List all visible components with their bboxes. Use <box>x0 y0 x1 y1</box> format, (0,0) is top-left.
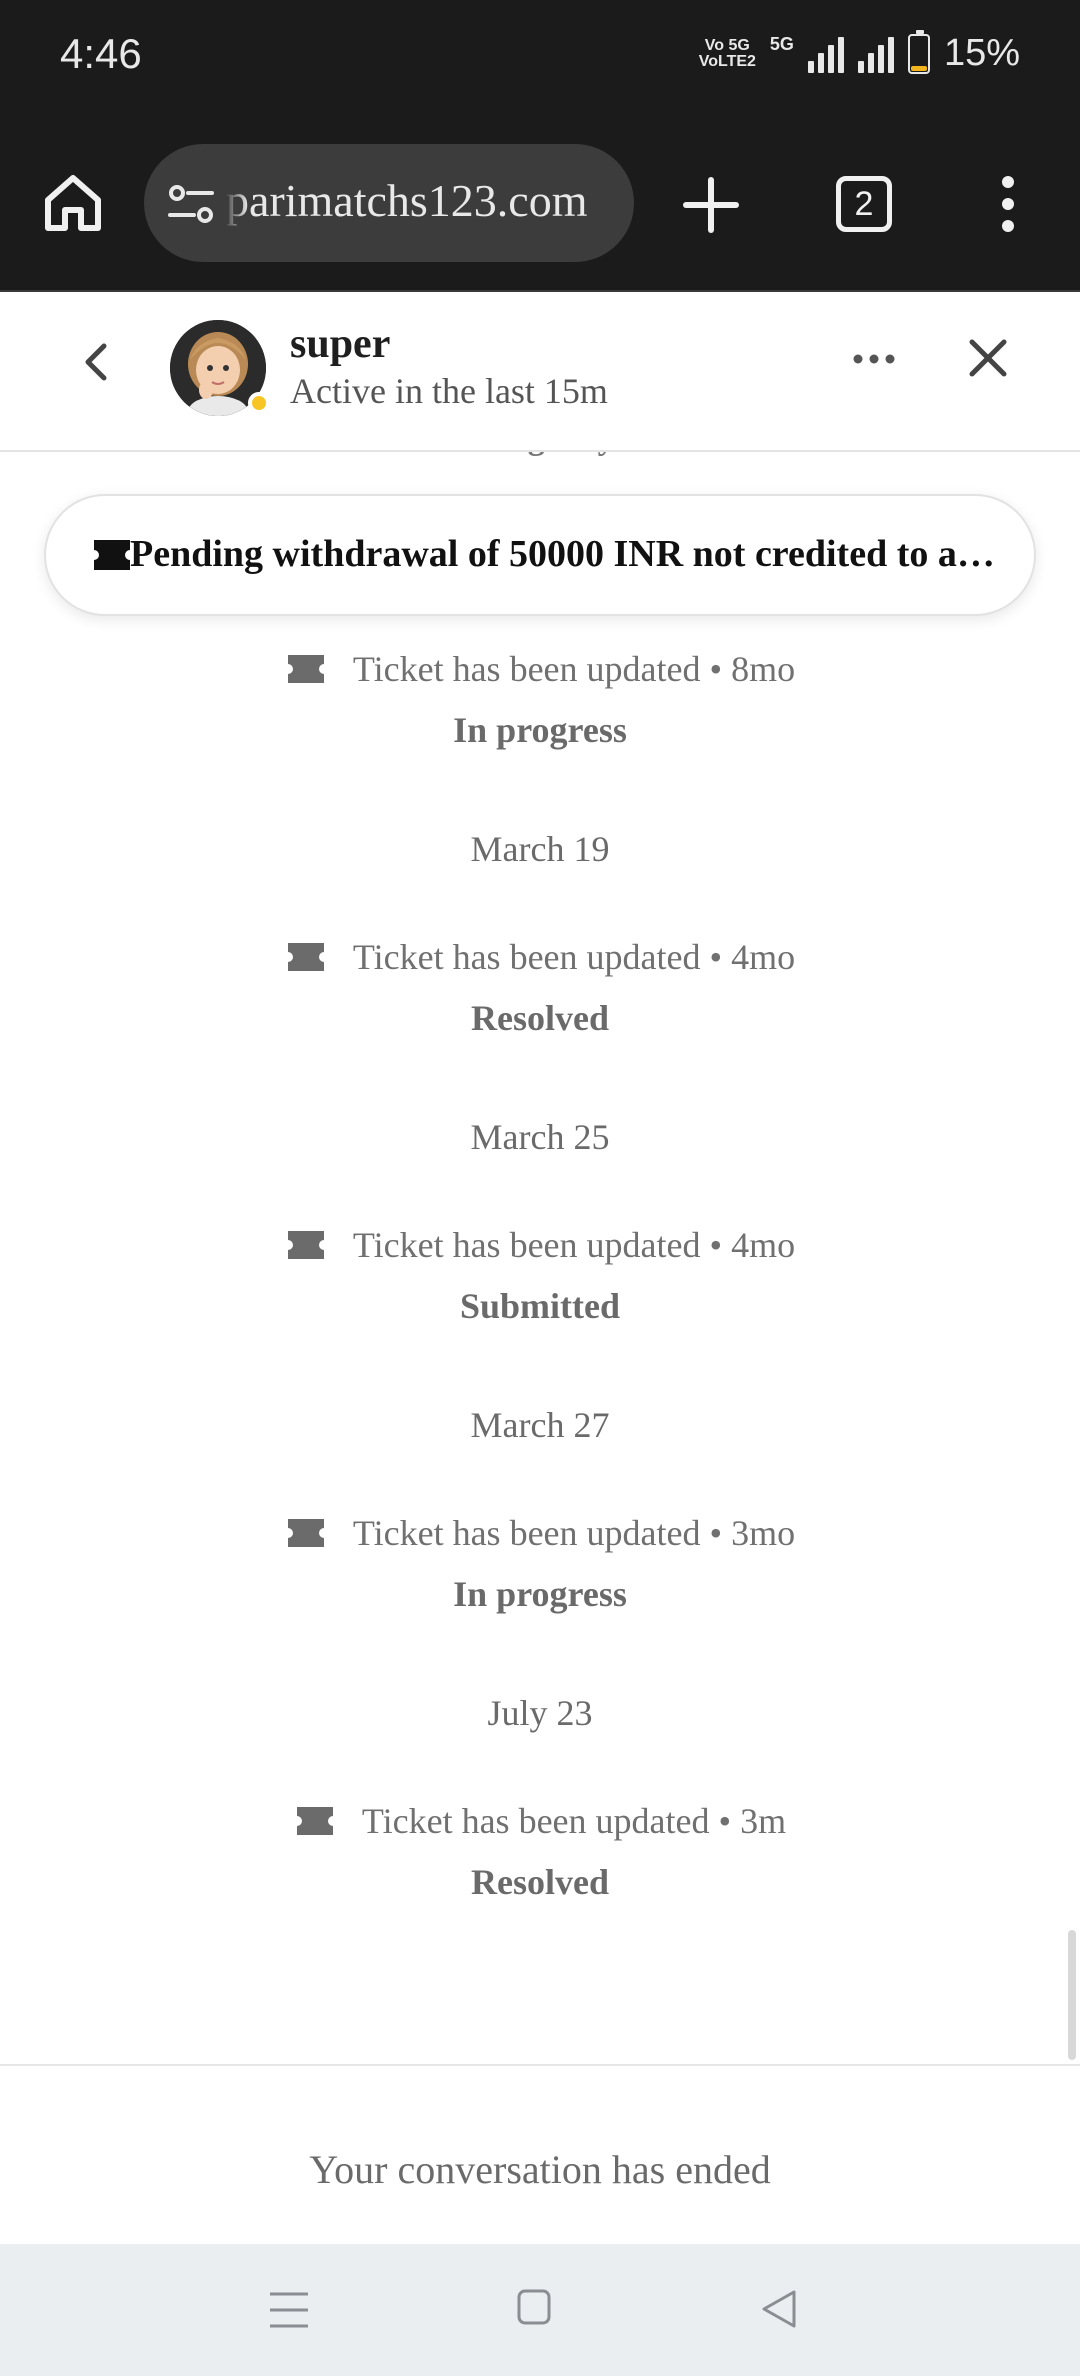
ticket-event: Ticket has been updated • 3m Resolved <box>0 1800 1080 1903</box>
volte-indicator: Vo 5G VoLTE2 <box>698 36 756 70</box>
battery-fill <box>910 65 927 71</box>
conversation-footer: Your conversation has ended <box>0 2064 1080 2246</box>
network-type: 5G <box>769 34 794 54</box>
chevron-left-icon[interactable] <box>80 342 112 382</box>
tab-switcher-icon[interactable]: 2 <box>836 176 892 232</box>
more-vert-icon[interactable] <box>994 174 1022 234</box>
system-nav-bar <box>0 2244 1080 2376</box>
ticket-icon <box>287 943 324 971</box>
tune-icon[interactable] <box>168 182 214 226</box>
event-text: Ticket has been updated • 3mo <box>352 1513 796 1553</box>
ticket-banner[interactable]: Pending withdrawal of 50000 INR not cred… <box>44 494 1036 616</box>
date-separator: March 27 <box>470 1405 610 1445</box>
more-horiz-icon[interactable] <box>852 352 896 366</box>
recents-icon[interactable] <box>268 2290 310 2330</box>
address-bar[interactable]: parimatchs123.com <box>144 144 634 262</box>
status-icons: Vo 5G VoLTE2 5G 15% <box>698 29 1020 75</box>
battery-icon <box>907 29 930 74</box>
ticket-event: Ticket has been updated • 3mo In progres… <box>0 1512 1080 1615</box>
ticket-icon <box>287 1519 324 1547</box>
ticket-event: Ticket has been updated • 4mo Resolved <box>0 936 1080 1039</box>
scrollbar-thumb[interactable] <box>1068 1930 1076 2060</box>
event-status: In progress <box>453 710 627 750</box>
back-nav-icon[interactable] <box>758 2288 798 2330</box>
conversation-thread[interactable]: Waiting on you Pending withdrawal of 500… <box>0 450 1080 2064</box>
ticket-icon <box>287 1231 324 1259</box>
close-icon[interactable] <box>966 336 1010 380</box>
ticket-icon <box>296 1807 333 1835</box>
date-separator: July 23 <box>487 1693 593 1733</box>
ticket-event: Ticket has been updated • 8mo In progres… <box>0 648 1080 751</box>
battery-percent: 15% <box>943 32 1020 74</box>
event-text: Ticket has been updated • 8mo <box>352 649 796 689</box>
home-nav-icon[interactable] <box>516 2288 552 2326</box>
event-status: Resolved <box>471 1862 609 1902</box>
ticket-icon <box>94 540 130 570</box>
event-text: Ticket has been updated • 3m <box>361 1801 787 1841</box>
plus-icon[interactable] <box>682 176 740 234</box>
event-status: Submitted <box>459 1286 621 1326</box>
event-text: Ticket has been updated • 4mo <box>352 937 796 977</box>
url-text[interactable]: parimatchs123.com <box>226 174 588 227</box>
browser-toolbar: parimatchs123.com 2 <box>0 118 1080 292</box>
ticket-event: Ticket has been updated • 4mo Submitted <box>0 1224 1080 1327</box>
date-separator: March 19 <box>470 829 610 869</box>
conversation-ended-text: Your conversation has ended <box>309 2147 771 2192</box>
agent-name: super <box>290 321 391 367</box>
url-fade <box>224 144 248 262</box>
presence-indicator <box>248 392 270 414</box>
home-icon[interactable] <box>42 172 104 234</box>
agent-status: Active in the last 15m <box>290 371 608 411</box>
event-status: Resolved <box>471 998 609 1038</box>
event-status: In progress <box>453 1574 627 1614</box>
date-separator: March 25 <box>470 1117 610 1157</box>
ticket-icon <box>287 655 324 683</box>
ticket-title: Pending withdrawal of 50000 INR not cred… <box>130 533 998 575</box>
status-bar: 4:46 Vo 5G VoLTE2 5G 15% <box>0 0 1080 118</box>
event-text: Ticket has been updated • 4mo <box>352 1225 796 1265</box>
signal-icon <box>807 35 844 73</box>
signal-icon-sim2 <box>857 35 894 73</box>
clock: 4:46 <box>60 30 142 77</box>
chat-header: super Active in the last 15m <box>0 292 1080 452</box>
